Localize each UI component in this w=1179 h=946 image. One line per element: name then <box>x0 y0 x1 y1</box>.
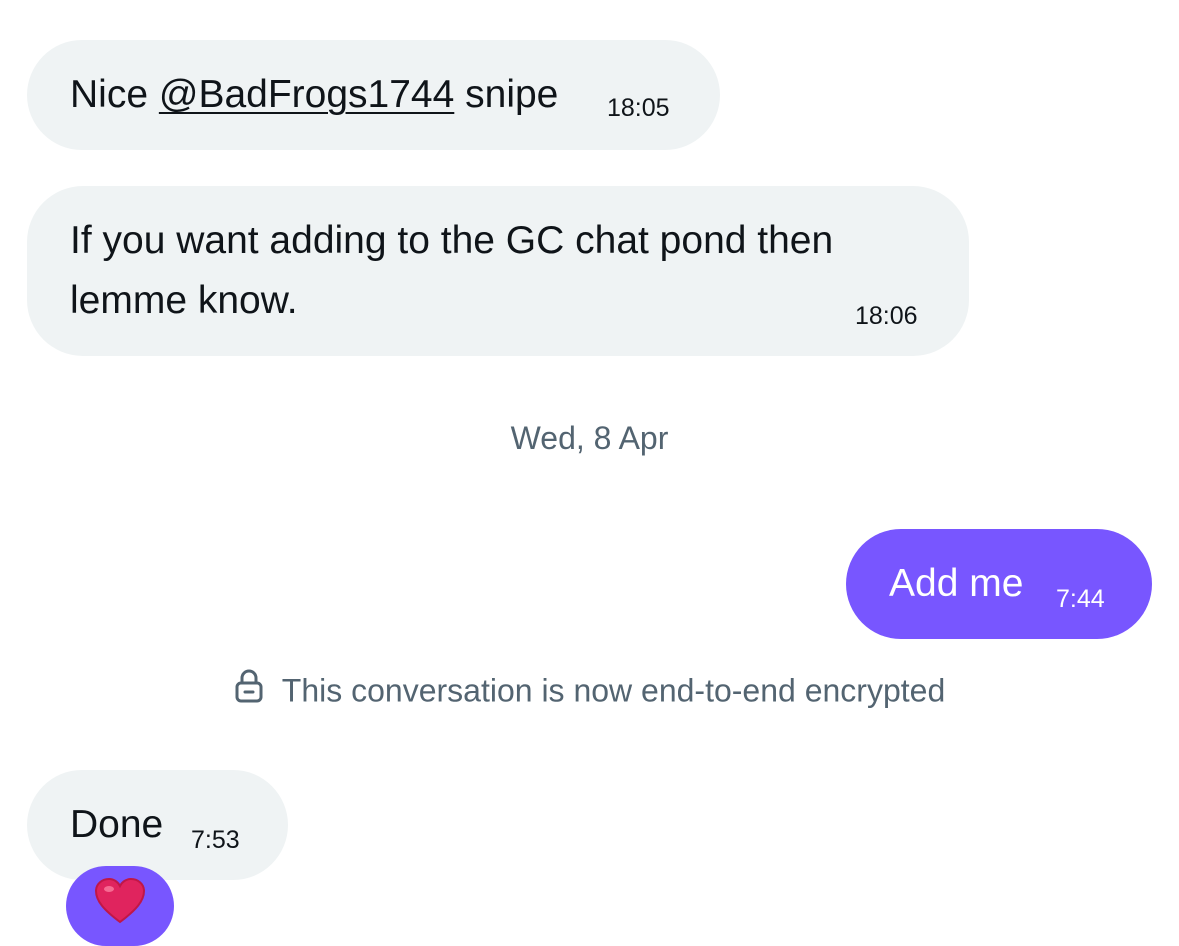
reaction-badge[interactable] <box>66 866 174 946</box>
message-timestamp: 7:53 <box>191 826 240 854</box>
date-separator: Wed, 8 Apr <box>510 420 669 456</box>
lock-icon <box>234 669 264 711</box>
encryption-notice-text: This conversation is now end-to-end encr… <box>281 672 946 709</box>
mention-link[interactable]: @BadFrogs1744 <box>159 73 454 116</box>
message-text-suffix: snipe <box>454 73 559 116</box>
message-timestamp: 18:06 <box>855 302 918 330</box>
sent-message[interactable]: Add me 7:44 <box>846 529 1152 639</box>
received-message-3[interactable]: Done 7:53 <box>27 770 288 880</box>
received-message-2[interactable]: If you want adding to the GC chat pond t… <box>27 186 969 356</box>
message-timestamp: 18:05 <box>607 94 670 122</box>
message-text: Done <box>70 803 164 846</box>
message-text: Add me <box>889 562 1024 605</box>
message-text-prefix: Nice <box>70 73 159 116</box>
message-text-line-2: lemme know. <box>70 279 298 322</box>
message-text: Nice @BadFrogs1744 snipe <box>70 66 558 124</box>
received-message-1[interactable]: Nice @BadFrogs1744 snipe 18:05 <box>27 40 720 150</box>
message-text-line-1: If you want adding to the GC chat pond t… <box>70 219 834 262</box>
heart-icon <box>94 877 146 929</box>
encryption-notice: This conversation is now end-to-end encr… <box>0 669 1179 714</box>
message-timestamp: 7:44 <box>1056 585 1105 613</box>
